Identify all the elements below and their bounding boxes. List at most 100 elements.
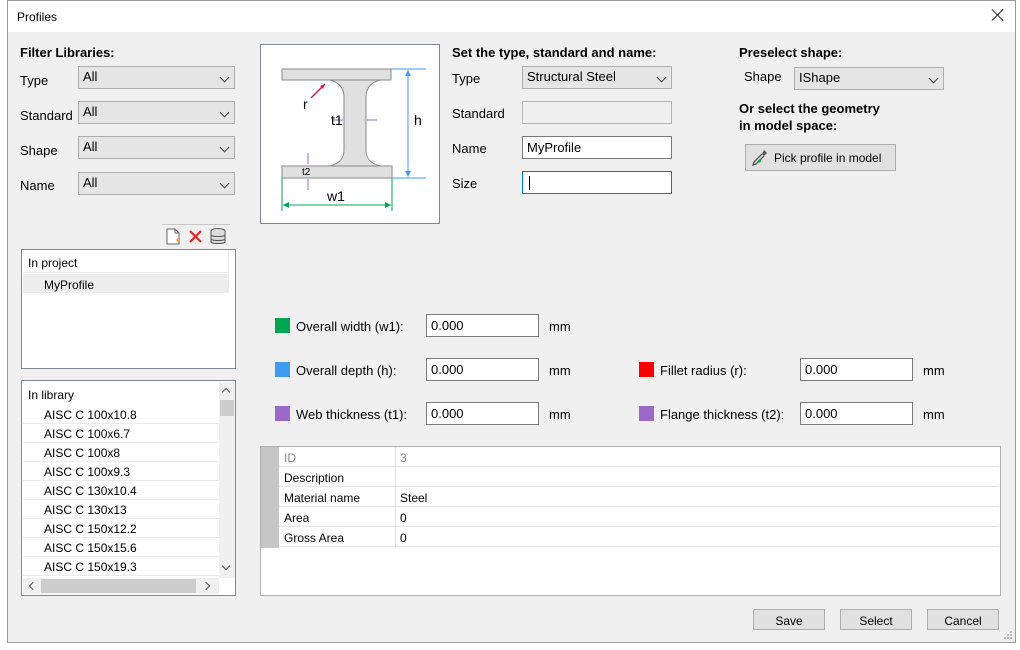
library-list[interactable]: In library AISC C 100x10.8 AISC C 100x6.… — [21, 380, 236, 596]
type-combo[interactable]: Structural Steel — [522, 66, 672, 89]
pick-profile-label: Pick profile in model — [774, 151, 882, 165]
web-field[interactable]: 0.000 — [426, 402, 539, 425]
library-list-item[interactable]: AISC C 130x10.4 — [23, 481, 219, 500]
property-row-description[interactable]: Description — [279, 467, 999, 487]
close-icon[interactable] — [989, 6, 1007, 24]
vertical-scroll-thumb[interactable] — [220, 400, 234, 416]
filter-type-combo[interactable]: All — [78, 66, 235, 89]
horizontal-scrollbar[interactable] — [23, 578, 219, 594]
resize-grip-icon[interactable] — [1002, 629, 1014, 641]
scroll-down-icon[interactable] — [221, 561, 231, 571]
filter-standard-combo[interactable]: All — [78, 101, 235, 124]
name-field[interactable]: MyProfile — [522, 136, 672, 159]
ibeam-drawing — [281, 68, 426, 211]
filter-shape-label: Shape — [20, 143, 58, 158]
library-list-item[interactable]: AISC C 150x19.3 — [23, 557, 219, 576]
chevron-down-icon — [219, 72, 230, 83]
geometry-heading-line1: Or select the geometry — [739, 101, 880, 116]
size-label: Size — [452, 176, 478, 191]
library-list-item[interactable]: AISC C 100x6.7 — [23, 424, 219, 443]
type-value: Structural Steel — [527, 69, 616, 84]
filter-shape-combo[interactable]: All — [78, 136, 235, 159]
flange-label: Flange thickness (t2): — [660, 407, 785, 422]
scroll-left-icon[interactable] — [28, 581, 38, 591]
property-row-gross-area[interactable]: Gross Area 0 — [279, 527, 999, 547]
diagram-label-h: h — [414, 112, 422, 128]
type-label: Type — [452, 71, 481, 86]
column-divider — [395, 507, 396, 527]
shape-combo[interactable]: IShape — [794, 67, 944, 90]
property-value[interactable]: Steel — [400, 491, 427, 505]
property-key: Area — [284, 511, 310, 525]
select-button[interactable]: Select — [840, 609, 912, 630]
filter-name-label: Name — [20, 178, 55, 193]
preselect-heading: Preselect shape: — [739, 45, 843, 60]
property-grid[interactable]: ID 3 Description Material name Steel Are… — [260, 446, 1001, 596]
horizontal-scroll-thumb[interactable] — [41, 579, 196, 593]
filter-heading: Filter Libraries: — [20, 45, 115, 60]
library-list-item[interactable]: AISC C 150x12.2 — [23, 519, 219, 538]
filter-name-value: All — [83, 175, 98, 190]
chevron-down-icon — [219, 142, 230, 153]
filter-standard-label: Standard — [20, 108, 73, 123]
library-list-item[interactable]: AISC C 100x9.3 — [23, 462, 219, 481]
chevron-down-icon — [219, 178, 230, 189]
column-divider — [395, 447, 396, 467]
property-value[interactable]: 0 — [400, 511, 407, 525]
column-divider — [395, 467, 396, 487]
scroll-up-icon[interactable] — [221, 387, 231, 397]
library-list-item[interactable]: AISC C 130x13 — [23, 500, 219, 519]
flange-field[interactable]: 0.000 — [800, 402, 913, 425]
new-file-icon[interactable] — [165, 228, 182, 246]
eyedropper-icon — [752, 150, 767, 166]
diagram-label-w1: w1 — [327, 188, 345, 204]
standard-label: Standard — [452, 106, 505, 121]
window-title: Profiles — [17, 10, 58, 24]
project-list[interactable]: In project MyProfile — [21, 249, 236, 369]
pick-profile-button[interactable]: Pick profile in model — [745, 144, 896, 171]
web-color-swatch — [275, 406, 290, 421]
property-value[interactable]: 0 — [400, 531, 407, 545]
project-list-item[interactable]: MyProfile — [23, 274, 228, 293]
shape-value: IShape — [799, 70, 841, 85]
delete-icon[interactable] — [188, 229, 203, 244]
geometry-heading-line2: in model space: — [739, 118, 838, 133]
depth-field[interactable]: 0.000 — [426, 358, 539, 381]
filter-standard-value: All — [83, 104, 98, 119]
width-field[interactable]: 0.000 — [426, 314, 539, 337]
fillet-field[interactable]: 0.000 — [800, 358, 913, 381]
library-list-item[interactable]: AISC C 100x8 — [23, 443, 219, 462]
property-value: 3 — [400, 451, 407, 465]
depth-color-swatch — [275, 362, 290, 377]
save-button[interactable]: Save — [753, 609, 825, 630]
column-divider — [395, 487, 396, 507]
library-list-item[interactable]: AISC C 100x10.8 — [23, 405, 219, 424]
property-row-id[interactable]: ID 3 — [279, 447, 999, 467]
database-icon[interactable] — [209, 227, 227, 246]
title-bar: Profiles — [8, 1, 1015, 32]
width-label: Overall width (w1): — [296, 319, 404, 334]
depth-label: Overall depth (h): — [296, 363, 397, 378]
filter-type-label: Type — [20, 73, 49, 88]
chevron-down-icon — [219, 107, 230, 118]
library-list-item[interactable]: AISC C 150x15.6 — [23, 538, 219, 557]
settype-heading: Set the type, standard and name: — [452, 45, 657, 60]
size-field[interactable] — [522, 171, 672, 194]
depth-unit: mm — [549, 363, 571, 378]
filter-type-value: All — [83, 69, 98, 84]
profiles-dialog: Profiles Filter Libraries: Type All Stan… — [7, 0, 1016, 643]
library-list-header: In library — [28, 388, 75, 402]
property-row-material[interactable]: Material name Steel — [279, 487, 999, 507]
standard-field[interactable] — [522, 101, 672, 124]
chevron-down-icon — [928, 73, 939, 84]
filter-name-combo[interactable]: All — [78, 172, 235, 195]
project-list-header: In project — [23, 251, 228, 273]
flange-color-swatch — [639, 406, 654, 421]
profile-diagram: r t1 h t2 w1 — [260, 44, 440, 224]
cancel-button[interactable]: Cancel — [927, 609, 999, 630]
filter-shape-value: All — [83, 139, 98, 154]
scroll-right-icon[interactable] — [201, 581, 211, 591]
property-key: ID — [284, 451, 296, 465]
vertical-scrollbar[interactable] — [219, 382, 235, 578]
property-row-area[interactable]: Area 0 — [279, 507, 999, 527]
